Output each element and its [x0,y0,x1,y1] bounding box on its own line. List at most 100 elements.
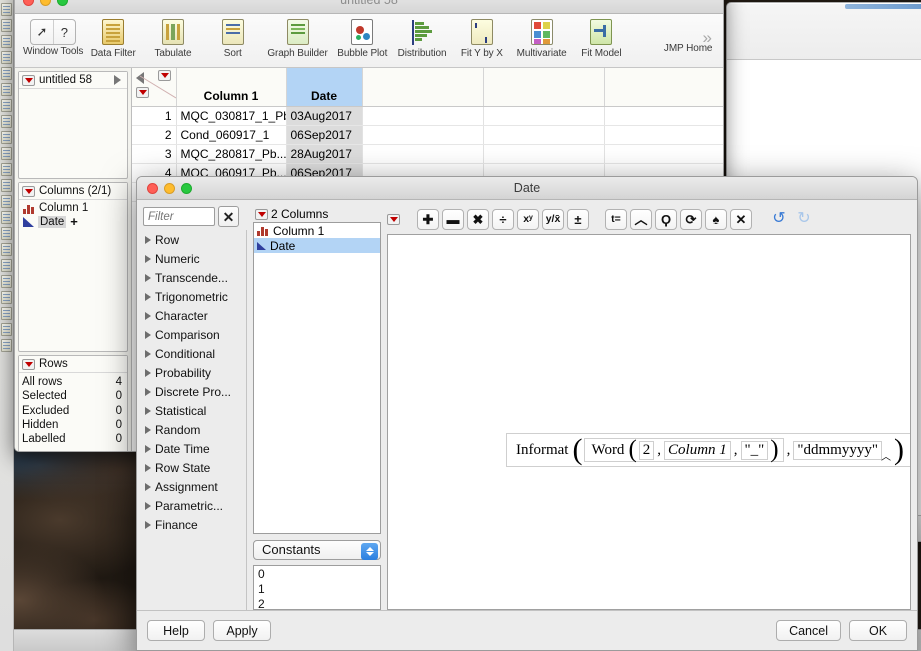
dock-file-icon[interactable] [1,275,12,288]
dock-strip[interactable] [0,0,14,651]
cell-empty[interactable] [483,144,605,164]
dock-file-icon[interactable] [1,291,12,304]
minimize-window-button[interactable] [40,0,51,6]
function-category-list[interactable]: Row Numeric Transcende... Trigonometric … [143,230,247,610]
chevron-right-icon[interactable] [145,368,151,377]
fn-group-statistical[interactable]: Statistical [143,401,246,420]
constant-value[interactable]: 0 [258,567,376,582]
dialog-traffic-lights[interactable] [147,183,192,194]
dialog-columns-header[interactable]: 2 Columns [253,206,381,222]
ribbon-window-tools[interactable]: ➚ ? Window Tools [23,16,83,57]
undo-button[interactable]: ↺ [768,209,790,230]
expr-arg-word-index[interactable]: 2 [638,440,655,460]
chevron-right-icon[interactable] [145,501,151,510]
chevron-right-icon[interactable] [145,254,151,263]
expr-inner-group[interactable]: Word ( 2 , Column 1 , "_" ) [584,437,784,462]
chevron-right-icon[interactable] [145,292,151,301]
table-row[interactable]: 3 MQC_280817_Pb... 28Aug2017 [132,144,723,164]
fn-group-character[interactable]: Character [143,306,246,325]
cell-empty[interactable] [604,125,723,145]
dock-file-icon[interactable] [1,259,12,272]
cell-date[interactable]: 03Aug2017 [286,106,363,126]
chevron-right-icon[interactable] [145,425,151,434]
maximize-window-button[interactable] [57,0,68,6]
fn-group-finance[interactable]: Finance [143,515,246,534]
expr-arg-column[interactable]: Column 1 [664,440,731,460]
clear-x-icon[interactable]: ✕ [218,206,239,227]
cell-column-1[interactable]: MQC_030817_1_Pb [176,106,287,126]
dialog-column-item-column-1[interactable]: Column 1 [254,223,380,238]
chevron-right-icon[interactable] [145,235,151,244]
jmp-ribbon-toolbar[interactable]: ➚ ? Window Tools Data Filter Tabulate So… [15,14,723,68]
rotate-button[interactable]: ⟳ [680,208,702,230]
expr-inner-function[interactable]: Word [588,442,627,459]
fn-group-conditional[interactable]: Conditional [143,344,246,363]
cell-empty[interactable] [362,125,484,145]
ribbon-graph-builder[interactable]: Graph Builder [263,16,333,59]
row-number[interactable]: 2 [132,125,177,145]
red-triangle-menu-icon[interactable] [255,208,268,220]
fn-group-random[interactable]: Random [143,420,246,439]
constants-value-list[interactable]: 0 1 2 [253,565,381,610]
dock-file-icon[interactable] [1,339,12,352]
grid-corner-cell[interactable] [132,68,177,107]
dock-file-icon[interactable] [1,227,12,240]
table-panel[interactable]: untitled 58 [18,71,128,179]
dock-file-icon[interactable] [1,131,12,144]
cell-empty[interactable] [604,144,723,164]
dock-file-icon[interactable] [1,147,12,160]
fn-group-numeric[interactable]: Numeric [143,249,246,268]
fn-group-row[interactable]: Row [143,230,246,249]
formula-operator-toolbar[interactable]: ✚ ▬ ✖ ÷ xʸ y/x̄ ± t= ︿ Ϙ ⟳ ♠ ✕ ↺ ↻ [387,206,911,232]
chevron-right-icon[interactable] [145,349,151,358]
ribbon-data-filter[interactable]: Data Filter [83,16,143,59]
ribbon-sort[interactable]: Sort [203,16,263,59]
apply-button[interactable]: Apply [213,620,271,641]
fn-group-assignment[interactable]: Assignment [143,477,246,496]
dock-file-icon[interactable] [1,323,12,336]
sign-toggle-button[interactable]: ± [567,208,589,230]
jmp-titlebar[interactable]: untitled 58 [15,0,723,14]
row-number[interactable]: 1 [132,106,177,126]
column-header-date[interactable]: Date [286,68,363,107]
root-button[interactable]: y/x̄ [542,208,564,230]
dock-file-icon[interactable] [1,83,12,96]
dock-file-icon[interactable] [1,211,12,224]
divide-button[interactable]: ÷ [492,208,514,230]
fn-group-row-state[interactable]: Row State [143,458,246,477]
rows-panel[interactable]: Rows All rows 4 Selected 0 Excluded 0 Hi… [18,355,128,451]
cell-empty[interactable] [483,125,605,145]
ribbon-multivariate[interactable]: Multivariate [512,16,572,59]
column-list-item[interactable]: Date + [19,215,127,229]
ok-button[interactable]: OK [849,620,907,641]
column-header-empty[interactable] [604,68,723,107]
multiply-button[interactable]: ✖ [467,208,489,230]
columns-panel-header[interactable]: Columns (2/1) [19,183,127,200]
exponent-button[interactable]: xʸ [517,208,539,230]
cell-column-1[interactable]: Cond_060917_1 [176,125,287,145]
insert-button[interactable]: t= [605,208,627,230]
expr-arg-delimiter[interactable]: "_" [740,440,769,460]
table-panel-header[interactable]: untitled 58 [19,72,127,89]
chevron-right-icon[interactable] [145,520,151,529]
column-header-column-1[interactable]: Column 1 [176,68,287,107]
ribbon-fit-model[interactable]: Fit Model [572,16,632,59]
help-button[interactable]: Help [147,620,205,641]
cell-empty[interactable] [362,144,484,164]
ribbon-distribution[interactable]: Distribution [392,16,452,59]
rows-panel-header[interactable]: Rows [19,356,127,373]
cell-empty[interactable] [362,106,484,126]
red-triangle-menu-icon[interactable] [22,185,35,197]
dock-file-icon[interactable] [1,307,12,320]
formula-editor-dialog[interactable]: Date ✕ Row Numeric Transcende... Trigono… [136,176,918,651]
dock-file-icon[interactable] [1,163,12,176]
dock-file-icon[interactable] [1,67,12,80]
dock-file-icon[interactable] [1,99,12,112]
fn-group-comparison[interactable]: Comparison [143,325,246,344]
cell-empty[interactable] [604,106,723,126]
play-triangle-icon[interactable] [114,75,121,85]
expr-outer-function[interactable]: Informat [513,442,571,459]
formula-plus-badge-icon[interactable]: + [70,215,78,228]
dock-file-icon[interactable] [1,179,12,192]
peel-up-button[interactable]: ︿ [630,208,652,230]
